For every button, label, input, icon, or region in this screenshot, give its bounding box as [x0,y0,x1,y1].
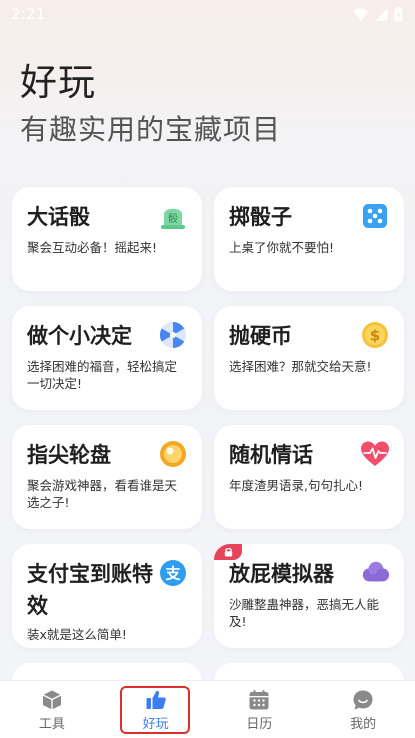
card-desc: 装x就是这么简单! [27,627,127,642]
card-title: 抛硬币 [229,324,292,348]
calendar-icon [249,690,269,710]
nav-label: 工具 [38,717,65,732]
roulette-ball-icon [158,439,188,469]
status-bar: 2:21 [0,0,415,28]
card-desc: 选择困难的福音，轻松搞定一切决定! [27,359,178,391]
card-title: 支付宝到账特效 [27,562,153,618]
card-alipay-effect[interactable]: 支付宝到账特效 装x就是这么简单! 支 [12,544,202,648]
card-desc: 聚会互动必备！摇起来! [27,240,158,255]
svg-text:$: $ [370,327,380,345]
card-decision[interactable]: 做个小决定 选择困难的福音，轻松搞定一切决定! [12,306,202,410]
card-desc: 聚会游戏神器，看看谁是天选之子! [27,478,178,510]
card-title: 做个小决定 [27,324,132,348]
nav-tools[interactable]: 工具 [0,681,104,738]
card-coin[interactable]: 抛硬币 选择困难？那就交给天意! $ [214,306,404,410]
status-icons [353,6,403,22]
card-dice[interactable]: 掷骰子 上桌了你就不要怕! [214,187,404,291]
svg-text:骰: 骰 [168,213,178,225]
thumbs-up-icon [146,690,166,709]
battery-icon [394,6,403,21]
card-title: 指尖轮盘 [27,443,111,467]
nav-label: 好玩 [142,717,169,732]
page-title: 好玩 [20,61,96,104]
nav-label: 日历 [246,717,273,732]
page-subtitle: 有趣实用的宝藏项目 [20,113,282,146]
card-title: 大话骰 [27,205,90,229]
nav-mine[interactable]: 我的 [311,681,415,738]
card-roulette[interactable]: 指尖轮盘 聚会游戏神器，看看谁是天选之子! [12,425,202,529]
card-title: 放屁模拟器 [229,562,334,586]
nav-label: 我的 [350,717,377,732]
card-desc: 沙雕整蛊神器，恶搞无人能及! [229,597,380,629]
cube-icon [42,690,62,710]
bottom-nav: 工具 好玩 日历 我的 [0,680,415,738]
app-screen: 2:21 好玩 有趣实用的宝藏项目 大话骰 聚会互动必备！摇起来! 骰 掷骰子 … [0,0,415,738]
chat-smile-icon [353,690,373,710]
card-title: 掷骰子 [229,205,292,229]
cellular-icon [375,8,388,20]
wifi-icon [353,7,369,20]
card-desc: 上桌了你就不要怕! [229,240,335,255]
spinner-icon [158,320,188,350]
card-title: 随机情话 [229,443,313,467]
nav-fun[interactable]: 好玩 [104,681,208,738]
dice-cup-icon: 骰 [158,201,188,231]
heartbeat-icon [360,439,390,469]
coin-icon: $ [360,320,390,350]
svg-text:支: 支 [164,565,181,583]
card-dice-cup[interactable]: 大话骰 聚会互动必备！摇起来! 骰 [12,187,202,291]
dice-icon [360,201,390,231]
card-desc: 年度渣男语录,句句扎心! [229,478,363,493]
cloud-icon [360,558,390,588]
status-time: 2:21 [11,5,46,23]
alipay-icon: 支 [158,558,188,588]
card-desc: 选择困难？那就交给天意! [229,359,372,374]
nav-calendar[interactable]: 日历 [208,681,312,738]
card-fart-simulator[interactable]: 放屁模拟器 沙雕整蛊神器，恶搞无人能及! [214,544,404,648]
card-love-words[interactable]: 随机情话 年度渣男语录,句句扎心! [214,425,404,529]
